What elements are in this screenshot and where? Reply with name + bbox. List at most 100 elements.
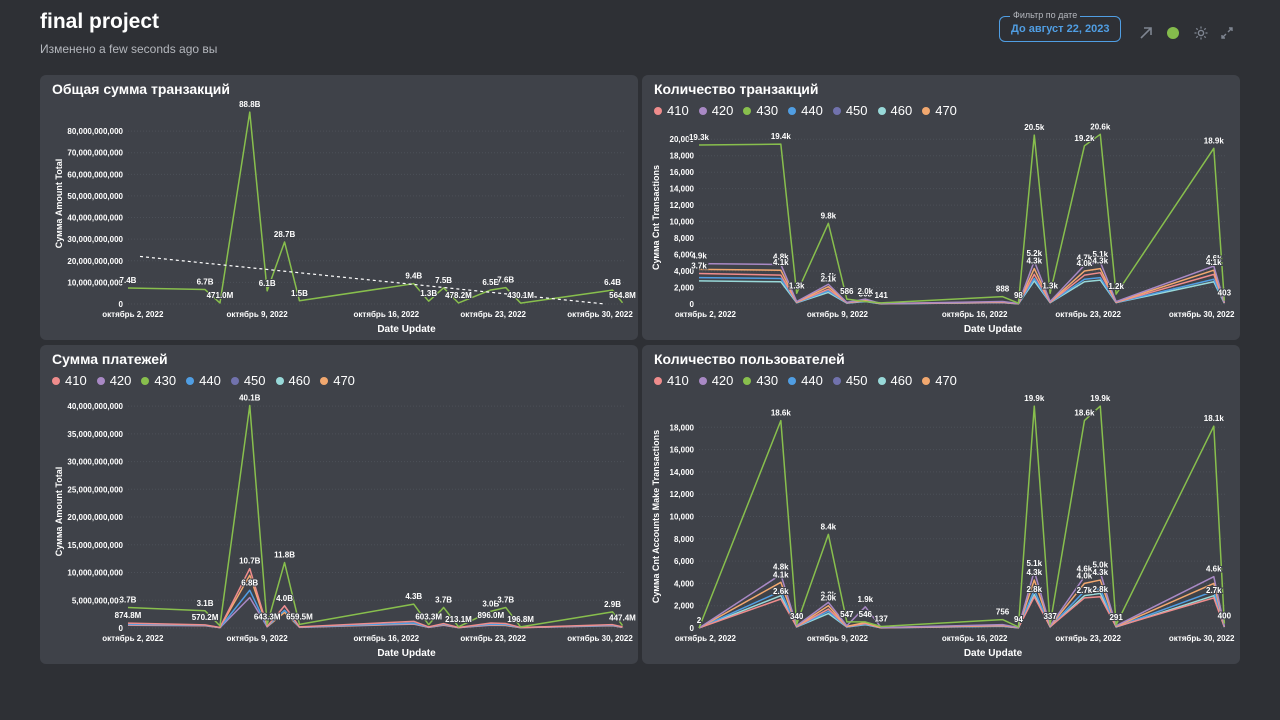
y-tick-label: 15,000,000,000 [67,541,123,550]
x-tick-label: октябрь 23, 2022 [1055,310,1121,319]
y-tick-label: 8,000 [674,234,695,243]
x-tick-label: октябрь 16, 2022 [354,310,420,319]
data-label: 896.0M [477,611,504,620]
x-tick-label: октябрь 30, 2022 [567,634,633,643]
dashboard-title: final project [40,10,160,33]
y-tick-label: 0 [119,624,124,633]
y-tick-label: 40,000,000,000 [67,402,123,411]
y-tick-label: 30,000,000,000 [67,458,123,467]
x-tick-label: октябрь 30, 2022 [567,310,633,319]
data-label: 2.7k [1206,586,1222,595]
y-tick-label: 0 [690,624,695,633]
data-label: 547 [840,610,854,619]
x-tick-label: октябрь 16, 2022 [354,634,420,643]
x-tick-label: октябрь 30, 2022 [1169,310,1235,319]
y-axis-label: Сумма Amount Total [54,467,64,556]
y-tick-label: 70,000,000,000 [67,149,123,158]
data-label: 20.6k [1090,122,1111,131]
data-label: 7.6B [497,276,514,285]
data-label: 430.1M [507,291,534,300]
y-tick-label: 14,000 [670,468,695,477]
data-label: 18.1k [1204,414,1225,423]
data-label: 3.1B [197,599,214,608]
x-tick-label: октябрь 9, 2022 [227,634,289,643]
data-label: 18.9k [1204,136,1225,145]
data-label: 8.4k [821,522,837,531]
data-label: 1.3B [420,289,437,298]
data-label: 756 [996,608,1010,617]
data-label: 1.9k [858,595,874,604]
data-label: 213.1M [445,615,472,624]
y-tick-label: 80,000,000,000 [67,127,123,136]
data-label: 3.7B [435,595,452,604]
y-tick-label: 10,000 [670,513,695,522]
dashboard-header: final project Изменено a few seconds ago… [40,10,217,56]
data-label: 98 [1014,291,1023,300]
data-label: 11.8B [274,551,295,560]
data-label: 4.3B [405,592,422,601]
data-label: 4.6k [1206,565,1222,574]
data-label: 28.7B [274,230,296,239]
data-label: 18.6k [1074,409,1095,418]
x-tick-label: октябрь 30, 2022 [1169,634,1235,643]
status-dot-icon[interactable] [1165,25,1181,41]
data-label: 4.0B [276,594,293,603]
card-transactions-count[interactable]: Количество транзакций 410 420 430 440 450 460… [642,75,1240,340]
data-label: 603.3M [415,613,442,622]
data-label: 19.9k [1090,394,1111,403]
data-label: 2.0k [821,594,837,603]
data-label: 2 [697,616,702,625]
date-filter-value[interactable]: До август 22, 2023 [1011,23,1109,35]
expand-icon[interactable] [1219,25,1235,41]
data-label: 6.7B [197,278,214,287]
line-chart: 0 5,000,000,000 10,000,000,000 15,000,000,0… [54,393,637,659]
data-label: 888 [996,285,1010,294]
sun-icon[interactable] [1193,25,1209,41]
data-label: 19.9k [1024,394,1045,403]
date-filter-label: Фильтр по дате [1010,10,1081,20]
card-users-count[interactable]: Количество пользователей 410 420 430 440 450… [642,345,1240,664]
x-tick-label: октябрь 23, 2022 [460,310,526,319]
data-label: 564.8M [609,291,636,300]
series-line-410 [698,596,1226,629]
x-tick-label: октябрь 2, 2022 [102,634,164,643]
x-tick-label: октябрь 9, 2022 [807,634,869,643]
data-label: 4.0k [1077,259,1093,268]
data-label: 403 [1218,289,1232,298]
data-label: 400 [1218,612,1232,621]
y-tick-label: 40,000,000,000 [67,214,123,223]
data-label: 4.9k [691,252,707,261]
y-axis-label: Сумма Amount Total [54,159,64,248]
data-label: 471.0M [207,291,234,300]
x-tick-label: октябрь 23, 2022 [460,634,526,643]
x-axis-label: Date Update [964,648,1023,659]
y-tick-label: 6,000 [674,557,695,566]
x-tick-label: октябрь 9, 2022 [807,310,869,319]
data-label: 4.1k [773,570,789,579]
card-total-transactions-sum[interactable]: Общая сумма транзакций 0 10,000,000,000 20… [40,75,638,340]
y-tick-label: 18,000 [670,152,695,161]
data-label: 3.7B [497,595,514,604]
y-tick-label: 10,000,000,000 [67,569,123,578]
data-label: 2.9B [604,600,621,609]
y-tick-label: 2,000 [674,602,695,611]
data-label: 2.8k [1092,585,1108,594]
card-payments-sum[interactable]: Сумма платежей 410 420 430 440 450 460 470 0 5,… [40,345,638,664]
data-label: 4.1k [1206,258,1222,267]
x-tick-label: октябрь 23, 2022 [1055,634,1121,643]
arrow-up-right-icon[interactable] [1138,25,1154,41]
data-label: 7.4B [120,276,137,285]
x-tick-label: октябрь 2, 2022 [102,310,164,319]
data-label: 546 [859,610,873,619]
data-label: 2.1k [821,275,837,284]
y-tick-label: 16,000 [670,446,695,455]
x-axis-label: Date Update [964,324,1023,335]
data-label: 874.8M [115,611,142,620]
data-label: 94 [1014,615,1023,624]
y-axis-label: Сумма Cnt Transactions [651,165,661,270]
date-filter[interactable]: Фильтр по дате До август 22, 2023 [999,10,1121,42]
data-label: 4.1k [773,258,789,267]
data-label: 3.7B [120,595,137,604]
y-tick-label: 30,000,000,000 [67,235,123,244]
data-label: 1.3k [789,281,805,290]
